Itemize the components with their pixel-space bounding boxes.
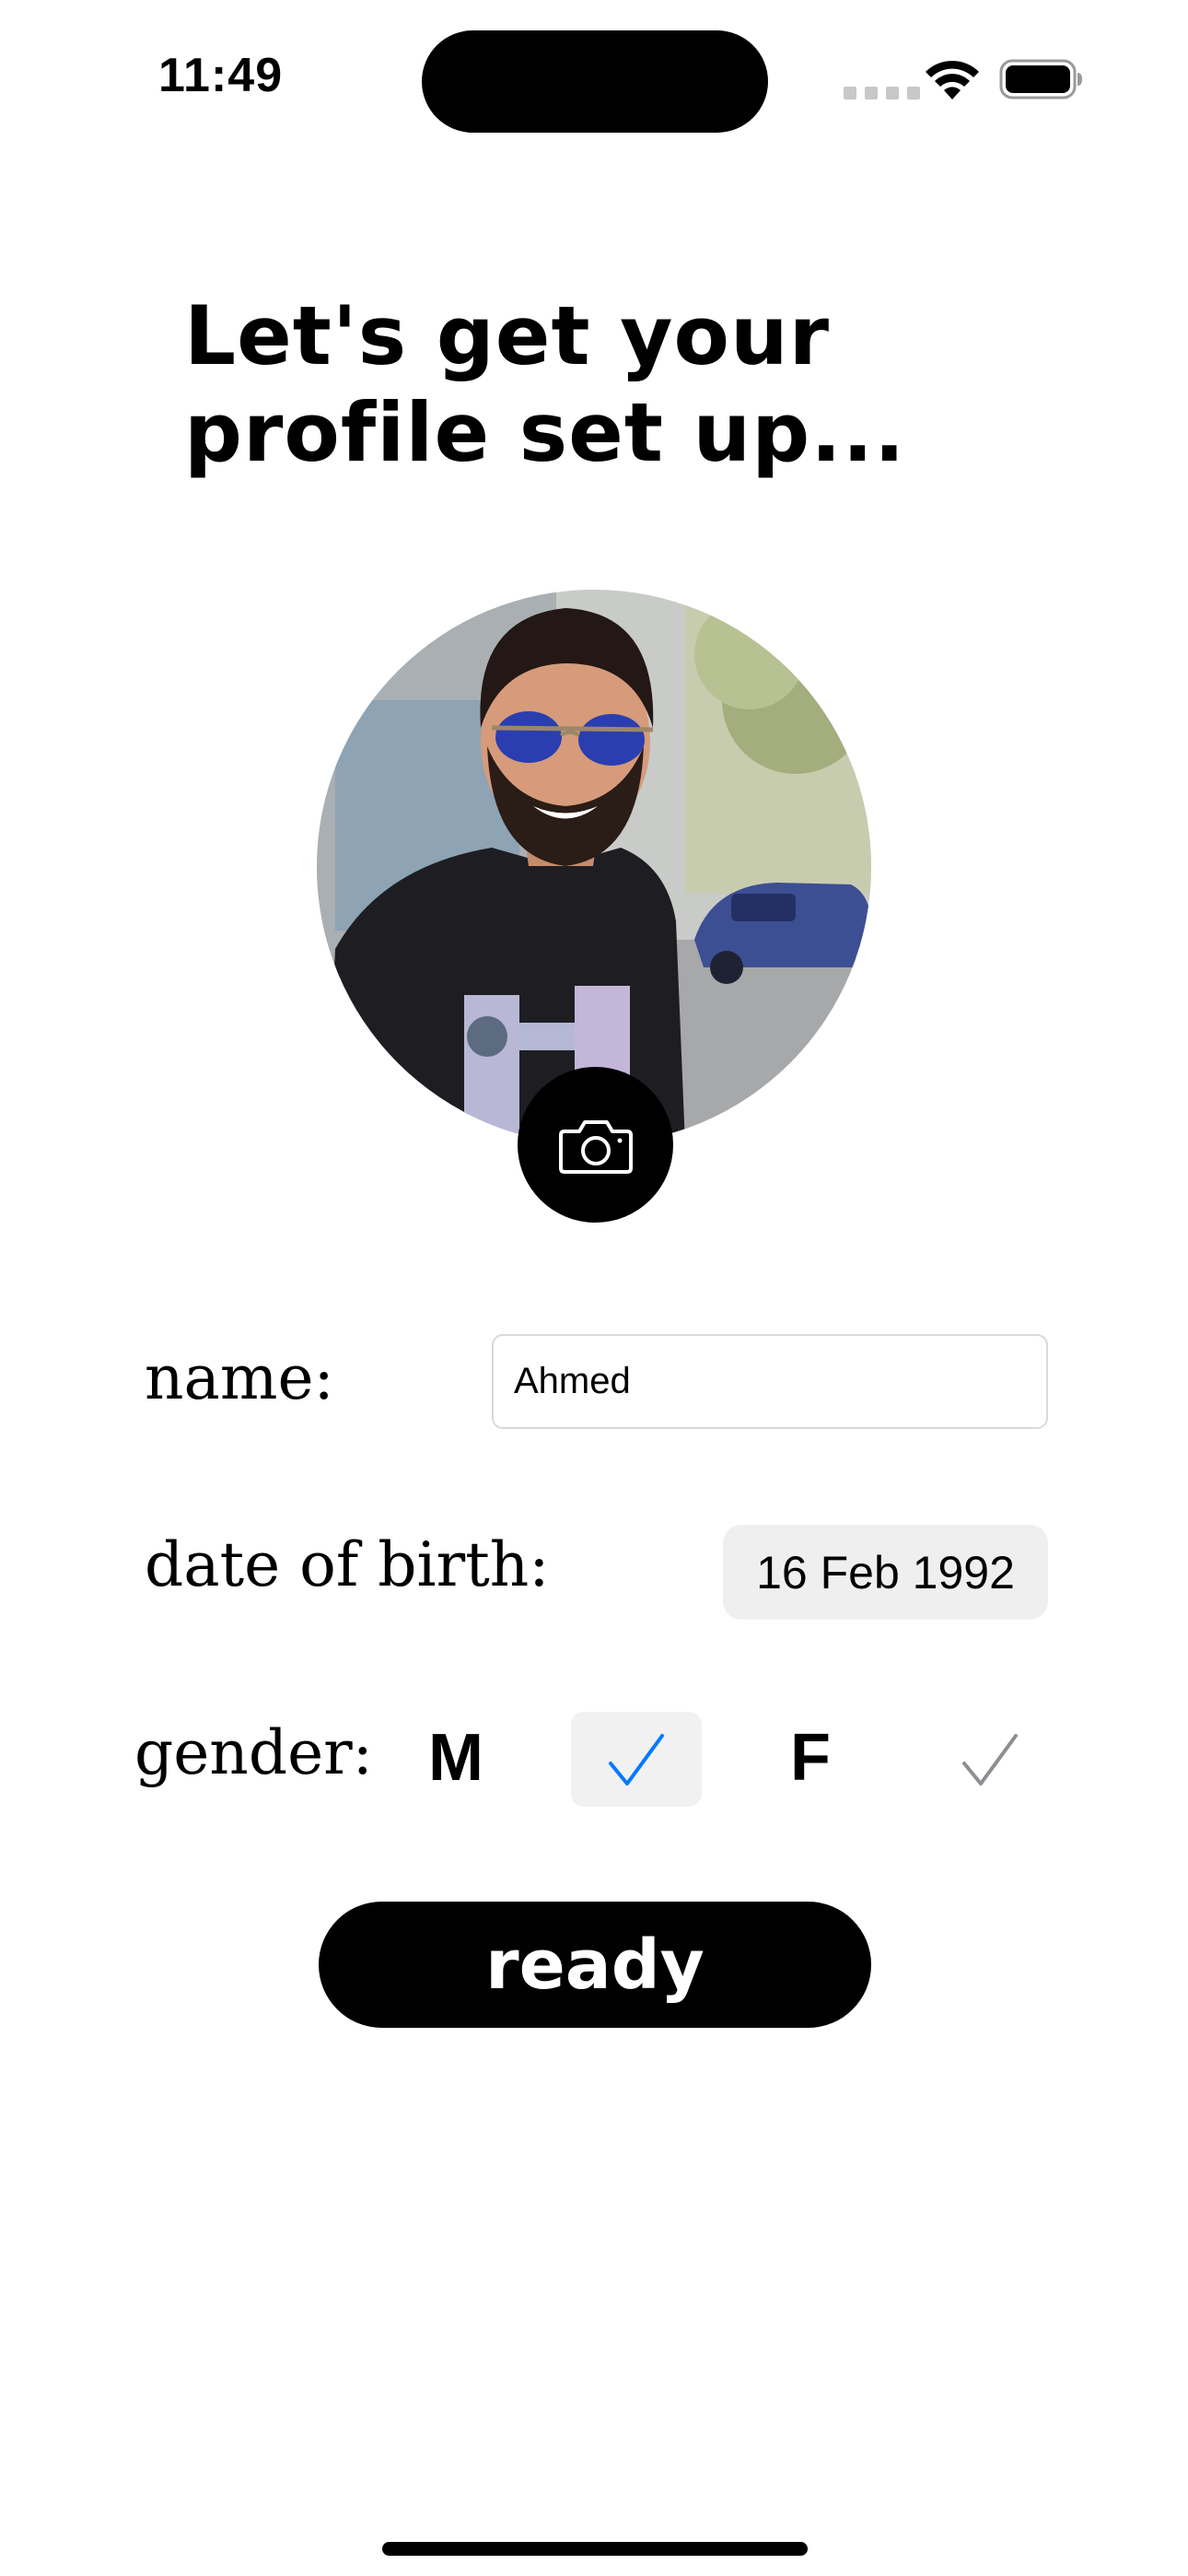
dob-date-picker[interactable]: 16 Feb 1992 — [723, 1525, 1048, 1620]
ready-button[interactable]: ready — [319, 1902, 871, 2028]
dynamic-island — [422, 30, 768, 133]
camera-button[interactable] — [518, 1067, 673, 1223]
gender-f-checkbox[interactable] — [925, 1712, 1055, 1807]
gender-option-f-label: F — [790, 1721, 831, 1795]
cellular-signal-icon — [844, 87, 920, 100]
name-label: name: — [145, 1342, 334, 1413]
wifi-icon — [926, 60, 979, 100]
profile-photo[interactable] — [317, 590, 871, 1144]
status-time: 11:49 — [158, 49, 284, 102]
battery-icon — [999, 59, 1082, 100]
profile-setup-screen: 11:49 Let's get your profile set up... n… — [0, 0, 1188, 2576]
name-field[interactable] — [492, 1334, 1048, 1429]
gender-option-m-label: M — [428, 1721, 483, 1795]
dob-label: date of birth: — [145, 1529, 550, 1600]
checkmark-icon — [609, 1733, 664, 1786]
home-indicator[interactable] — [382, 2542, 808, 2556]
gender-label: gender: — [134, 1717, 373, 1788]
gender-m-checkbox[interactable] — [571, 1712, 702, 1807]
page-title: Let's get your profile set up... — [184, 288, 906, 480]
camera-icon — [558, 1119, 633, 1174]
checkmark-icon — [962, 1733, 1018, 1786]
